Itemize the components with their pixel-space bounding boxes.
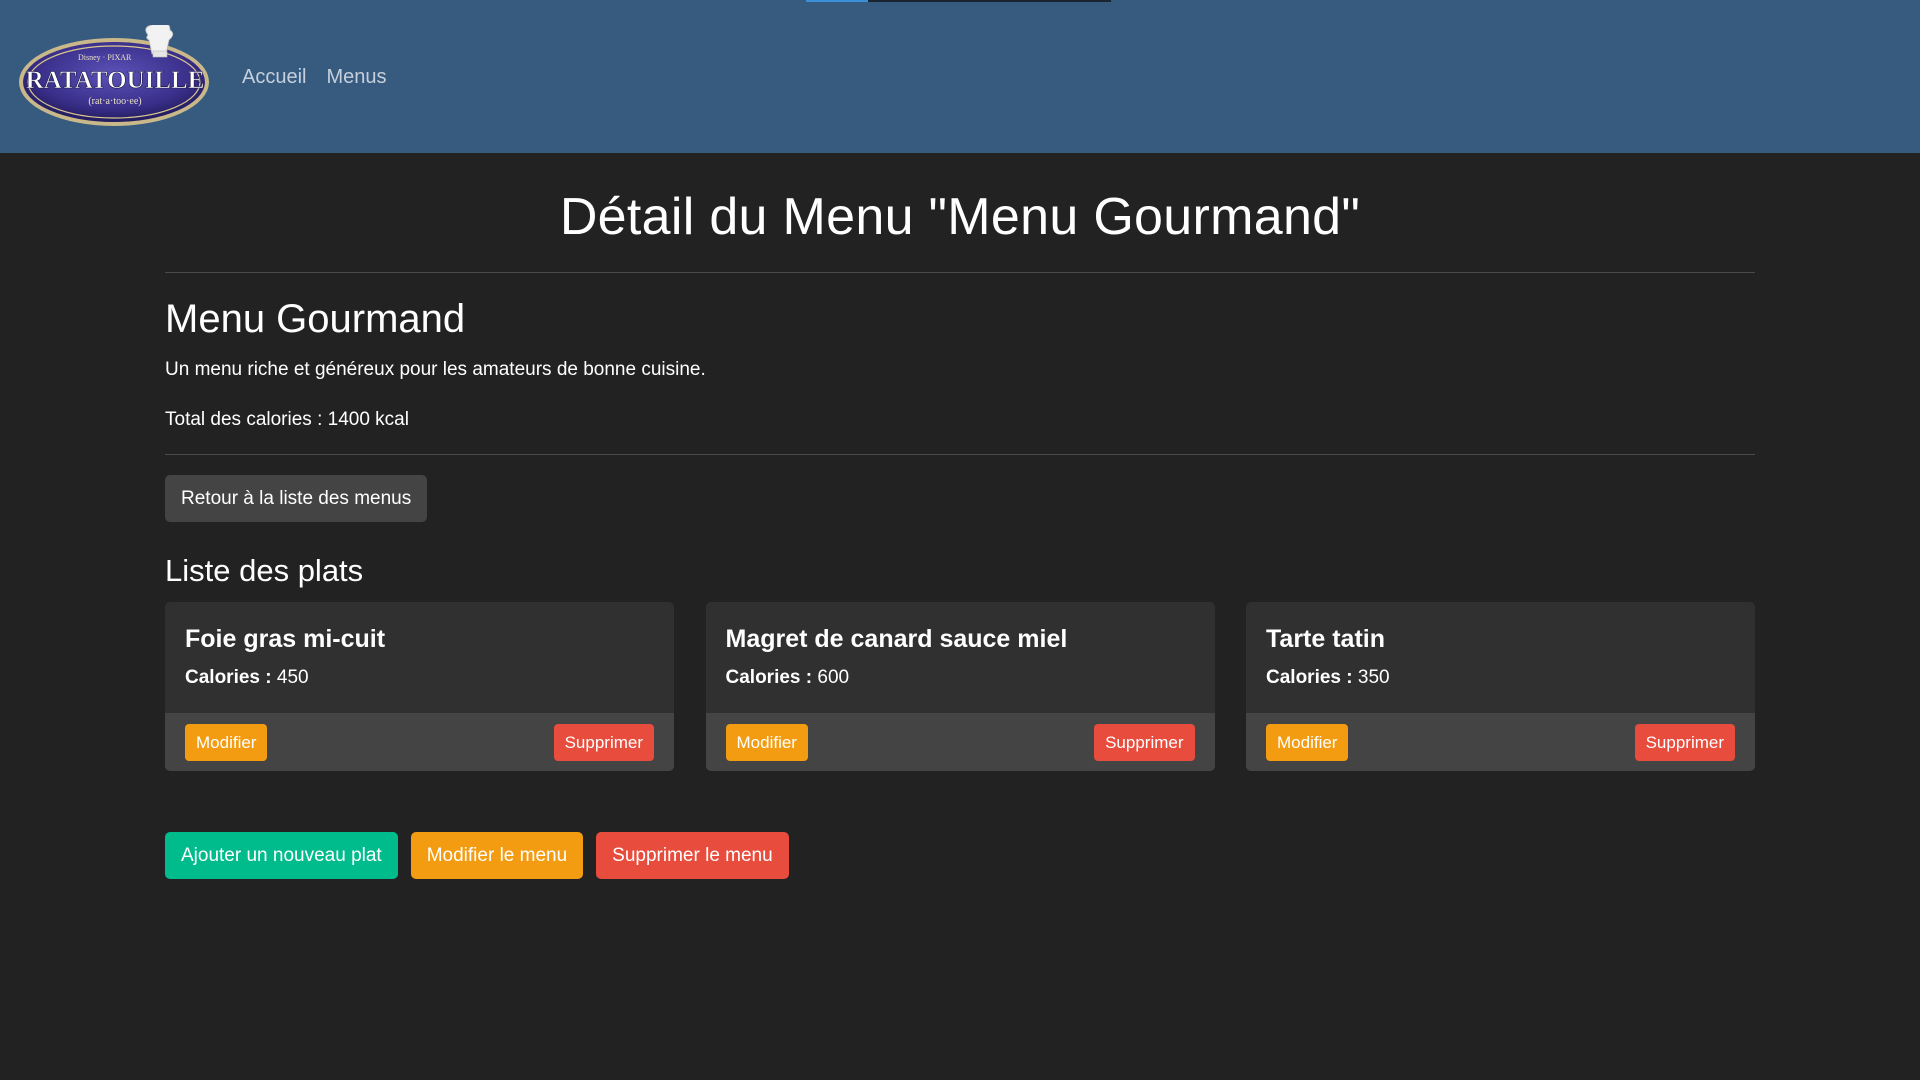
dish-calories: Calories : 350 [1266, 667, 1390, 688]
dish-cards: Foie gras mi-cuit Calories : 450 Modifie… [165, 602, 1755, 771]
delete-menu-button[interactable]: Supprimer le menu [596, 832, 789, 879]
dish-calories: Calories : 450 [185, 667, 309, 688]
dish-calories: Calories : 600 [725, 667, 850, 688]
delete-dish-button[interactable]: Supprimer [1094, 723, 1195, 761]
dish-card: Tarte tatin Calories : 350 Modifier Supp… [1246, 602, 1755, 771]
svg-text:(rat·a·too·ee): (rat·a·too·ee) [88, 96, 141, 107]
svg-text:Disney · PIXAR: Disney · PIXAR [78, 53, 132, 62]
edit-dish-button[interactable]: Modifier [185, 723, 268, 761]
dish-card: Magret de canard sauce miel Calories : 6… [705, 602, 1215, 771]
delete-dish-button[interactable]: Supprimer [1634, 723, 1735, 761]
divider [165, 454, 1755, 455]
edit-dish-button[interactable]: Modifier [1266, 723, 1349, 761]
dish-card: Foie gras mi-cuit Calories : 450 Modifie… [165, 602, 674, 771]
menu-name: Menu Gourmand [165, 297, 466, 341]
edit-menu-button[interactable]: Modifier le menu [410, 832, 584, 879]
menu-actions: Ajouter un nouveau plat Modifier le menu… [165, 832, 1755, 879]
back-to-menus-button[interactable]: Retour à la liste des menus [165, 475, 428, 522]
svg-text:RATATOUILLE: RATATOUILLE [26, 67, 205, 94]
edit-dish-button[interactable]: Modifier [725, 723, 808, 761]
logo-emblem: Disney · PIXAR RATATOUILLE (rat·a·too·ee… [19, 20, 209, 126]
dish-name: Foie gras mi-cuit [185, 625, 386, 653]
loading-bar [806, 0, 1111, 2]
ratatouille-logo[interactable]: Disney · PIXAR RATATOUILLE (rat·a·too·ee… [16, 20, 214, 129]
menu-description: Un menu riche et généreux pour les amate… [165, 359, 706, 380]
nav-link-accueil[interactable]: Accueil [232, 65, 316, 89]
dish-name: Tarte tatin [1266, 625, 1385, 653]
menu-total-calories: Total des calories : 1400 kcal [165, 409, 409, 430]
navbar: Disney · PIXAR RATATOUILLE (rat·a·too·ee… [0, 0, 1920, 153]
delete-dish-button[interactable]: Supprimer [553, 723, 654, 761]
dishes-section-title: Liste des plats [165, 553, 364, 588]
nav-link-menus[interactable]: Menus [316, 65, 396, 89]
page-title: Détail du Menu "Menu Gourmand" [559, 188, 1361, 246]
nav-links: Accueil Menus [232, 65, 397, 89]
main-content: Détail du Menu "Menu Gourmand" Menu Gour… [165, 153, 1755, 879]
dish-name: Magret de canard sauce miel [725, 625, 1068, 653]
divider [165, 272, 1755, 273]
add-dish-button[interactable]: Ajouter un nouveau plat [165, 832, 398, 879]
